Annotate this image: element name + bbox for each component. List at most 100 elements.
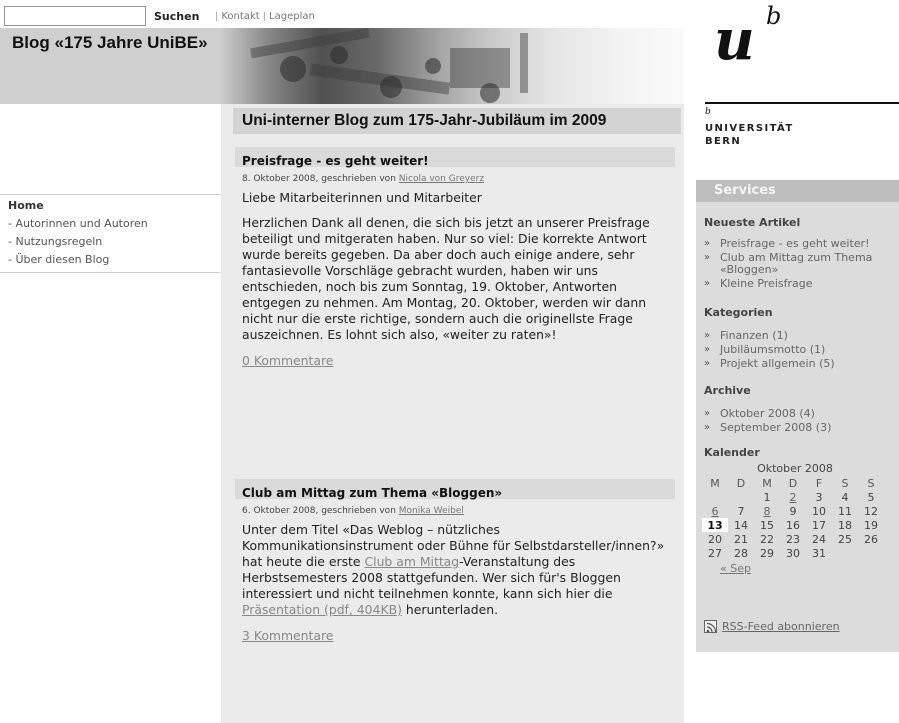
list-item: » Oktober 2008 (4) — [704, 408, 896, 420]
post-meta: 6. Oktober 2008, geschrieben von Monika … — [242, 506, 675, 516]
post-title[interactable]: Preisfrage - es geht weiter! — [242, 154, 429, 168]
university-logo-text[interactable]: UNIVERSITÄT BERN — [705, 122, 794, 148]
double-chevron-icon: » — [704, 278, 711, 289]
calendar-week-row: 123 4 5 — [702, 490, 884, 504]
calendar-day: 3 — [815, 490, 823, 504]
post-title-bar: Preisfrage - es geht weiter! — [235, 147, 675, 168]
rss-feed-link[interactable]: RSS-Feed abonnieren — [722, 620, 840, 633]
nav-item-home[interactable]: Home — [8, 199, 220, 212]
calendar-day: 28 — [734, 546, 748, 560]
recent-article-link[interactable]: Preisfrage - es geht weiter! — [720, 238, 869, 250]
logo-line-2: BERN — [705, 136, 742, 147]
calendar-weekday-row: MDMDFSS — [702, 476, 884, 490]
blog-post: Preisfrage - es geht weiter! 8. Oktober … — [235, 147, 675, 368]
categories-list: » Finanzen (1) » Jubiläumsmotto (1) » Proje… — [704, 330, 896, 372]
logo-b-small: b — [705, 107, 711, 117]
calendar-day-link[interactable]: 2 — [780, 490, 806, 504]
recent-article-link[interactable]: Kleine Preisfrage — [720, 278, 813, 290]
calendar-day: 31 — [812, 546, 826, 560]
archive-link[interactable]: September 2008 (3) — [720, 422, 831, 434]
list-item: » Kleine Preisfrage — [704, 278, 896, 290]
calendar-week-row: 6 7 8 9 10 11 12 — [702, 504, 884, 518]
club-am-mittag-link[interactable]: Club am Mittag — [364, 554, 459, 569]
post-paragraph: Herzlichen Dank all denen, die sich bis … — [242, 215, 650, 342]
separator: | — [262, 11, 267, 22]
recent-article-link[interactable]: Club am Mittag zum Thema «Bloggen» — [720, 252, 896, 276]
calendar-day: 22 — [760, 532, 774, 546]
post-date-byline: 8. Oktober 2008, geschrieben von — [242, 174, 396, 184]
nav-item-usage-rules[interactable]: - Nutzungsregeln — [8, 235, 220, 248]
double-chevron-icon: » — [704, 408, 711, 419]
archive-link[interactable]: Oktober 2008 (4) — [720, 408, 815, 420]
calendar-day: 10 — [812, 504, 826, 518]
calendar-day: 1 — [763, 490, 771, 504]
calendar-day: 9 — [789, 504, 797, 518]
calendar-week-row: 27 28 29 30 31 — [702, 546, 884, 560]
calendar-day: 29 — [760, 546, 774, 560]
calendar-day: 27 — [708, 546, 722, 560]
list-item: » Jubiläumsmotto (1) — [704, 344, 896, 356]
calendar-caption: Oktober 2008 — [757, 462, 833, 475]
rss-icon[interactable] — [704, 620, 717, 633]
calendar-day: 11 — [838, 504, 852, 518]
calendar-day-link[interactable]: 6 — [702, 504, 728, 518]
calendar-day: 14 — [734, 518, 748, 532]
logo-rule — [705, 102, 899, 104]
calendar-day: 24 — [812, 532, 826, 546]
calendar-day: 26 — [864, 532, 878, 546]
calendar-weekday: D — [736, 476, 746, 490]
post-date-byline: 6. Oktober 2008, geschrieben von — [242, 506, 396, 516]
list-item: » September 2008 (3) — [704, 422, 896, 434]
category-link[interactable]: Finanzen (1) — [720, 330, 788, 342]
search-button[interactable]: Suchen — [154, 10, 199, 23]
post-title[interactable]: Club am Mittag zum Thema «Bloggen» — [242, 486, 502, 500]
logo-u-glyph: u — [714, 7, 755, 73]
post-author-link[interactable]: Monika Weibel — [399, 506, 464, 516]
categories-heading: Kategorien — [704, 306, 773, 319]
calendar-weekday: S — [867, 476, 875, 490]
double-chevron-icon: » — [704, 358, 711, 369]
post-author-link[interactable]: Nicola von Greyerz — [399, 174, 484, 184]
calendar-day: 30 — [786, 546, 800, 560]
post-title-bar: Club am Mittag zum Thema «Bloggen» — [235, 479, 675, 500]
calendar-empty-cell — [728, 490, 754, 504]
calendar-weekday: D — [788, 476, 798, 490]
category-link[interactable]: Projekt allgemein (5) — [720, 358, 835, 370]
calendar-prev-month-link[interactable]: « Sep — [720, 562, 751, 575]
double-chevron-icon: » — [704, 238, 711, 249]
calendar-day: 19 — [864, 518, 878, 532]
services-title: Services — [714, 183, 776, 198]
calendar-day-link[interactable]: 8 — [754, 504, 780, 518]
calendar-day: 4 — [841, 490, 849, 504]
left-nav: Home - Autorinnen und Autoren - Nutzungs… — [0, 194, 220, 273]
presentation-pdf-link[interactable]: Präsentation (pdf, 404KB) — [242, 602, 402, 617]
double-chevron-icon: » — [704, 252, 711, 263]
calendar-day: 7 — [737, 504, 745, 518]
calendar-weekday: M — [762, 476, 772, 490]
search-input[interactable] — [4, 6, 146, 26]
calendar-heading: Kalender — [704, 446, 760, 459]
calendar-day: 20 — [708, 532, 722, 546]
post-paragraph: Liebe Mitarbeiterinnen und Mitarbeiter — [242, 190, 482, 205]
post-meta: 8. Oktober 2008, geschrieben von Nicola … — [242, 174, 675, 184]
calendar: Oktober 2008 MDMDFSS 1 2 3 4 5 6 7 8 9 10 11 12 13 14… — [702, 462, 888, 575]
contact-link[interactable]: Kontakt — [221, 11, 259, 22]
list-item: » Finanzen (1) — [704, 330, 896, 342]
map-link[interactable]: Lageplan — [269, 11, 315, 22]
calendar-day: 17 — [812, 518, 826, 532]
post-body: Liebe Mitarbeiterinnen und Mitarbeiter H… — [242, 190, 672, 343]
blog-title[interactable]: Blog «175 Jahre UniBE» — [12, 34, 212, 51]
category-link[interactable]: Jubiläumsmotto (1) — [720, 344, 825, 356]
page-title: Uni-interner Blog zum 175-Jahr-Jubiläum … — [242, 112, 607, 129]
logo-b-glyph: b — [766, 2, 782, 30]
calendar-day: 12 — [864, 504, 878, 518]
separator: | — [215, 11, 219, 22]
comments-link[interactable]: 0 Kommentare — [242, 353, 675, 368]
nav-item-about[interactable]: - Über diesen Blog — [8, 253, 220, 266]
calendar-week-row: 20 21 22 23 24 25 26 — [702, 532, 884, 546]
archives-heading: Archive — [704, 384, 751, 397]
calendar-week-row: 13 14 15 16 17 18 19 — [702, 518, 884, 532]
comments-link[interactable]: 3 Kommentare — [242, 628, 675, 643]
calendar-day: 18 — [838, 518, 852, 532]
nav-item-authors[interactable]: - Autorinnen und Autoren — [8, 217, 220, 230]
